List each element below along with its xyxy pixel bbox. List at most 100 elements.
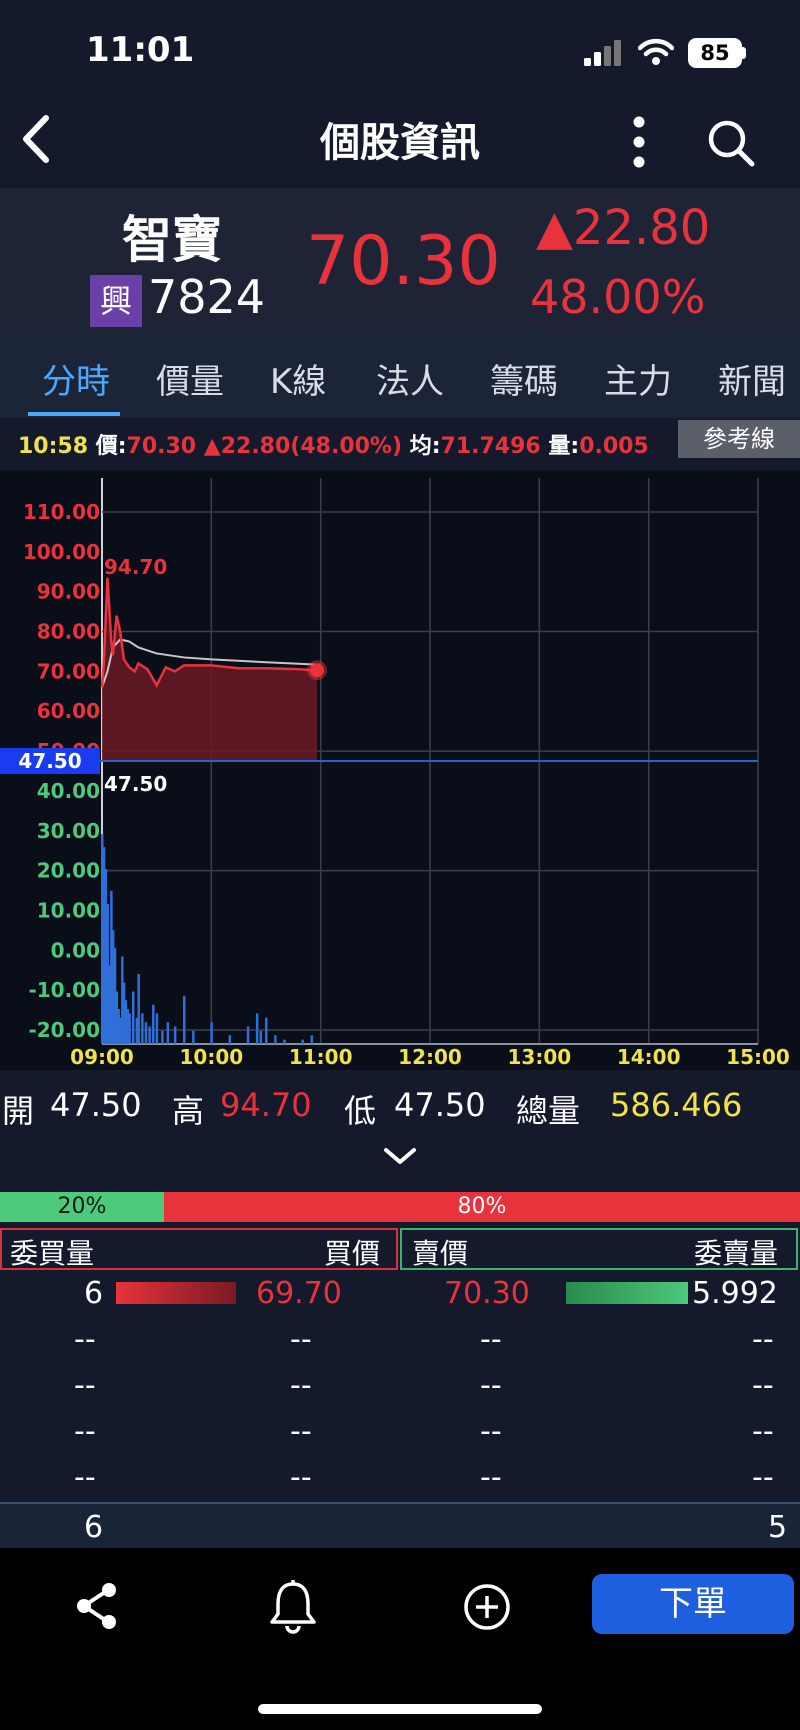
volume-bar (141, 1013, 144, 1044)
expand-chevron-icon[interactable] (382, 1144, 418, 1168)
page-title: 個股資訊 (320, 120, 480, 166)
volume-bar (128, 1013, 131, 1044)
bid-volume: 6 (84, 1276, 104, 1311)
volume-bar (166, 1022, 170, 1044)
x-tick-label: 12:00 (398, 1045, 462, 1069)
ask-price: -- (480, 1322, 502, 1357)
change-percent: 48.00% (530, 270, 706, 324)
y-tick-label: 70.00 (37, 659, 100, 683)
battery-indicator: 85 (688, 38, 742, 68)
volume-bar (155, 1013, 159, 1044)
info-time: 10:58 (18, 434, 89, 459)
tab-intraday[interactable]: 分時 (42, 354, 110, 403)
place-order-button[interactable]: 下單 (592, 1574, 794, 1634)
volume-bar (228, 1035, 232, 1044)
bid-volume-header: 委買量 (10, 1237, 95, 1270)
status-time: 11:01 (86, 30, 195, 70)
tab-price-volume[interactable]: 價量 (156, 354, 224, 403)
volume-bar (152, 1004, 155, 1044)
signal-icon (584, 40, 621, 66)
ask-price: -- (480, 1368, 502, 1403)
total-ask-volume: 5 (768, 1510, 788, 1545)
y-tick-label: 80.00 (37, 620, 100, 644)
bid-depth-bar (116, 1282, 236, 1304)
y-tick-label: 30.00 (37, 819, 100, 843)
order-book-totals (0, 1502, 800, 1548)
bid-volume: -- (74, 1460, 96, 1495)
industry-badge: 興 (90, 275, 142, 327)
tab-kline[interactable]: K線 (270, 354, 326, 403)
battery-tip (742, 47, 746, 59)
bid-price: -- (290, 1414, 312, 1449)
x-tick-label: 09:00 (70, 1045, 134, 1069)
info-avg-label: 均: (409, 434, 441, 459)
bell-icon[interactable] (266, 1578, 320, 1634)
bid-volume: -- (74, 1368, 96, 1403)
ask-volume: -- (752, 1368, 774, 1403)
x-tick-label: 10:00 (179, 1045, 243, 1069)
ask-price-header: 賣價 (412, 1237, 469, 1270)
volume-bar (274, 1035, 277, 1044)
low-value: 47.50 (394, 1086, 486, 1124)
bid-volume: -- (74, 1322, 96, 1357)
volume-bar (161, 1030, 164, 1044)
tab-institutional[interactable]: 法人 (376, 354, 444, 403)
home-indicator (258, 1704, 542, 1714)
volume-bar (173, 1026, 177, 1044)
ask-price: -- (480, 1460, 502, 1495)
share-icon[interactable] (74, 1582, 120, 1630)
y-tick-label: 110.00 (23, 500, 100, 524)
add-circle-icon[interactable] (462, 1582, 512, 1632)
y-tick-label: 60.00 (37, 699, 100, 723)
high-label: 高 (172, 1092, 205, 1130)
volume-bar (192, 1030, 195, 1044)
buy-ratio-bar: 20% (0, 1192, 164, 1222)
volume-bar (246, 1026, 250, 1044)
stock-info-screen: 11:01 85 個股資訊 智寶 興 7824 70.30 ▲22.80 48.… (0, 0, 800, 1730)
ask-price[interactable]: 70.30 (444, 1276, 530, 1311)
more-vertical-icon[interactable] (624, 114, 654, 170)
y-tick-label: 90.00 (37, 580, 100, 604)
info-avg: 71.7496 (440, 434, 541, 459)
stock-code: 7824 (148, 270, 266, 324)
last-price-marker (310, 663, 325, 678)
stock-name: 智寶 (122, 211, 222, 269)
total-volume-label: 總量 (516, 1092, 581, 1130)
ask-price: -- (480, 1414, 502, 1449)
search-icon[interactable] (706, 118, 756, 168)
bid-price: -- (290, 1368, 312, 1403)
x-tick-label: 13:00 (507, 1045, 571, 1069)
y-tick-label: -10.00 (28, 978, 100, 1002)
volume-bar (137, 974, 140, 1044)
wifi-icon (638, 38, 674, 65)
reference-line-button[interactable]: 參考線 (678, 420, 800, 458)
volume-bar (310, 1035, 314, 1044)
volume-bar (210, 1022, 213, 1044)
info-vol: 0.005 (579, 434, 649, 459)
y-tick-label: -20.00 (28, 1018, 100, 1042)
tab-news[interactable]: 新聞 (718, 354, 786, 403)
ask-volume-header: 委賣量 (694, 1237, 779, 1270)
bid-price[interactable]: 69.70 (256, 1276, 342, 1311)
high-price-label: 94.70 (104, 555, 167, 579)
volume-bar (183, 995, 186, 1044)
high-value: 94.70 (220, 1086, 312, 1124)
reference-price-tag-label: 47.50 (18, 749, 81, 773)
y-tick-label: 100.00 (23, 540, 100, 564)
volume-bar (283, 1039, 286, 1044)
ask-depth-bar (566, 1282, 688, 1304)
intraday-chart[interactable]: 110.00100.0090.0080.0070.0060.0050.0040.… (0, 470, 800, 1070)
last-price: 70.30 (306, 222, 501, 301)
low-label: 低 (344, 1092, 377, 1130)
total-bid-volume: 6 (84, 1510, 104, 1545)
volume-bar (131, 991, 135, 1044)
bid-price: -- (290, 1460, 312, 1495)
bid-price: -- (290, 1322, 312, 1357)
bid-volume: -- (74, 1414, 96, 1449)
y-tick-label: 0.00 (51, 938, 100, 962)
y-tick-label: 20.00 (37, 859, 100, 883)
tab-chips[interactable]: 籌碼 (490, 354, 558, 403)
tab-main-force[interactable]: 主力 (604, 354, 672, 403)
bid-price-header: 買價 (324, 1237, 381, 1270)
ask-volume: -- (752, 1414, 774, 1449)
